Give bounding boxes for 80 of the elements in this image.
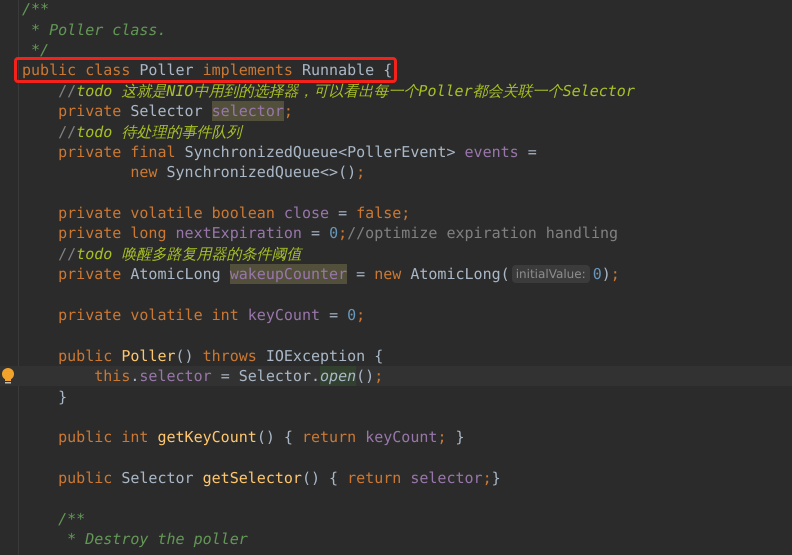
- keyword-text: private volatile boolean: [57, 203, 276, 224]
- doc-comment: * Destroy the poller: [66, 529, 248, 550]
- code-text: AtomicLong(: [410, 264, 510, 284]
- code-text: (): [176, 346, 195, 366]
- code-text: IOException {: [266, 346, 384, 366]
- field-name: selector: [212, 101, 284, 122]
- keyword-text: ;: [356, 305, 366, 326]
- todo-comment: todo 唤醒多路复用器的条件阈值: [76, 244, 302, 264]
- code-text: Selector: [121, 468, 195, 488]
- code-comment: //: [57, 122, 76, 142]
- keyword-text: false;: [356, 203, 410, 224]
- method-name: getSelector: [202, 468, 302, 488]
- field-name: keyCount: [365, 427, 438, 448]
- keyword-text: public: [57, 468, 114, 488]
- code-text: Runnable {: [302, 60, 392, 80]
- field-name: selector: [139, 366, 213, 386]
- todo-comment: todo 待处理的事件队列: [76, 122, 242, 142]
- keyword-text: ;: [338, 223, 348, 244]
- keyword-text: new: [129, 162, 158, 182]
- keyword-text: ;: [437, 427, 448, 448]
- keyword-text: new: [374, 264, 402, 284]
- code-text: }: [57, 386, 68, 407]
- number-literal: 0: [329, 223, 338, 244]
- keyword-text: public int: [57, 427, 150, 448]
- keyword-text: private: [57, 264, 122, 284]
- code-text: SynchronizedQueue<>(): [166, 162, 356, 182]
- code-text: =: [528, 142, 537, 162]
- keyword-text: private long: [57, 223, 168, 244]
- keyword-text: public: [57, 346, 114, 366]
- field-name: wakeupCounter: [230, 264, 348, 284]
- todo-comment: todo 这就是NIO中用到的选择器，可以看出每一个Poller都会关联一个Selector: [76, 80, 635, 101]
- keyword-text: this: [93, 366, 130, 386]
- field-name: nextExpiration: [176, 223, 303, 244]
- code-text: }: [492, 468, 501, 488]
- code-text: = Selector.: [220, 366, 320, 386]
- method-name: getKeyCount: [157, 427, 257, 448]
- doc-comment: * Poller class.: [30, 20, 166, 40]
- code-text: (): [356, 366, 374, 386]
- lightbulb-icon[interactable]: [1, 368, 15, 386]
- keyword-text: return: [302, 427, 358, 448]
- field-name: keyCount: [248, 305, 322, 326]
- keyword-text: implements: [202, 60, 294, 80]
- code-comment: //: [57, 80, 76, 101]
- keyword-text: private: [57, 101, 122, 122]
- keyword-text: ;: [356, 162, 366, 182]
- code-text: AtomicLong: [130, 264, 222, 284]
- doc-comment: /**: [22, 0, 50, 20]
- keyword-text: private final: [57, 142, 177, 162]
- code-text: .: [130, 366, 140, 386]
- code-text: Selector: [130, 101, 204, 122]
- code-text: () {: [256, 427, 294, 448]
- code-comment: //optimize expiration handling: [347, 223, 618, 244]
- number-literal: 0: [592, 264, 602, 284]
- code-comment: //: [57, 244, 76, 264]
- keyword-text: throws: [202, 346, 258, 366]
- keyword-text: ;: [610, 264, 620, 284]
- code-text: () {: [302, 468, 340, 488]
- code-text: Poller: [139, 60, 195, 80]
- code-text: =: [355, 264, 366, 284]
- code-text: }: [456, 427, 465, 448]
- field-name: selector: [410, 468, 483, 488]
- keyword-text: private volatile int: [57, 305, 240, 326]
- method-call: open: [320, 366, 356, 386]
- code-text: ): [602, 264, 611, 284]
- keyword-text: ;: [374, 366, 384, 386]
- doc-comment: */: [30, 40, 50, 60]
- keyword-text: return: [347, 468, 402, 488]
- keyword-text: public class: [22, 60, 132, 80]
- field-name: events: [464, 142, 520, 162]
- method-name: Poller: [121, 346, 176, 366]
- doc-comment: /**: [57, 508, 86, 529]
- parameter-hint: initialValue:: [512, 265, 590, 284]
- field-name: close: [284, 203, 330, 224]
- code-text: SynchronizedQueue<PollerEvent>: [184, 142, 456, 162]
- keyword-text: ;: [284, 101, 293, 122]
- keyword-text: ;: [482, 468, 492, 488]
- code-text: =: [329, 305, 340, 326]
- code-text: =: [338, 203, 348, 224]
- code-text: =: [311, 223, 322, 244]
- number-literal: 0: [347, 305, 356, 326]
